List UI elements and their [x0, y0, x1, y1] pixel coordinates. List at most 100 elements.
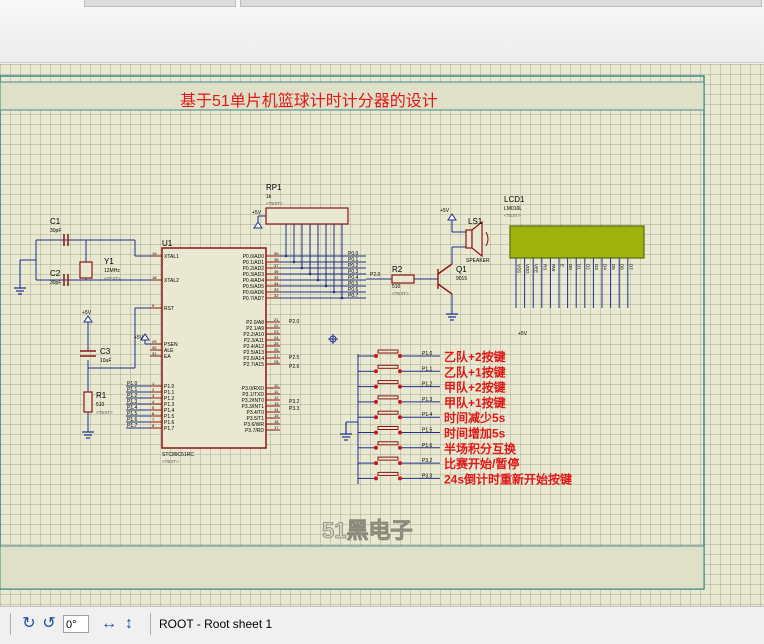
c2-ref: C2: [50, 269, 61, 278]
crystal-y1[interactable]: [79, 261, 93, 279]
net-label: P2.0: [370, 272, 381, 278]
pin-number: 30: [152, 345, 157, 350]
u1-text: <TEXT>: [162, 459, 179, 464]
sheet-path: ROOT - Root sheet 1: [159, 617, 273, 631]
toolbar-tab-strip[interactable]: [240, 0, 762, 7]
mirror-horizontal-icon[interactable]: ↔: [100, 615, 118, 633]
pin-number: 9: [152, 303, 155, 308]
junction-dot: [332, 290, 336, 294]
schematic-sheet[interactable]: 基于51单片机篮球计时计分器的设计 C1 30pF C2 30pF Y1 12M…: [0, 64, 764, 606]
lcd-pins: VSS VDD VEE RS RW E D0 D1 D2 D3 D4 D5 D6 D7: [515, 258, 633, 308]
lcd-pin-label: E: [560, 264, 565, 267]
vcc-label: +5V: [440, 208, 450, 214]
watermark: 51黑电子: [322, 518, 412, 543]
pin-number: 11: [274, 389, 279, 394]
pin-name: P2.7/A15: [243, 362, 264, 368]
junction-dot: [292, 260, 296, 264]
pin-number: 12: [274, 395, 279, 400]
pin-number: 22: [274, 323, 279, 328]
lcd-screen[interactable]: [509, 225, 645, 259]
pushbutton[interactable]: [377, 441, 399, 446]
r2-text: <TEXT>: [392, 291, 409, 296]
y1-text: <TEXT>: [104, 276, 121, 281]
net-label: P2.0: [289, 319, 300, 325]
capacitor-c3[interactable]: [80, 350, 96, 357]
resistor-pack-rp1[interactable]: [265, 207, 349, 225]
crosshair-icon: [328, 334, 338, 344]
c3-ref: C3: [100, 347, 111, 356]
pushbutton[interactable]: [377, 349, 399, 354]
pin-number: 5: [152, 405, 155, 410]
lcd-pin-label: VDD: [525, 264, 530, 274]
pin-number: 26: [274, 347, 279, 352]
lcd-pin-label: D5: [611, 264, 616, 270]
pushbutton[interactable]: [377, 364, 399, 369]
buzzer-wires: [366, 220, 466, 314]
lcd-pin-label: D0: [568, 264, 573, 270]
net-label: P1.1: [422, 366, 433, 372]
pushbutton[interactable]: [377, 471, 399, 476]
pin-name: XTAL1: [164, 254, 179, 260]
ground-symbol: [446, 313, 458, 321]
button-label: 时间增加5s: [444, 426, 506, 441]
transistor-q1[interactable]: [437, 263, 453, 295]
r2-value: 510: [392, 284, 401, 290]
button-contact: [374, 384, 378, 389]
pin-name: P0.7/AD7: [243, 296, 265, 302]
button-label: 半场积分互换: [444, 441, 517, 456]
pin-number: 38: [274, 257, 279, 262]
button-contact: [398, 430, 402, 435]
pushbutton[interactable]: [377, 380, 399, 385]
net-label: P1.6: [422, 443, 433, 449]
button-contact: [398, 445, 402, 450]
pin-number: 17: [274, 425, 279, 430]
button-contact: [374, 354, 378, 358]
pin-number: 28: [274, 359, 279, 364]
net-label: P1.0: [422, 351, 433, 357]
buttons-group: P1.0 乙队+2按键 P1.1 乙队+1按键 P1.2 甲队+2按键 P1.3 甲队+1按键…: [358, 349, 572, 486]
net-label: P2.6: [289, 364, 300, 370]
lcd-pin-label: D6: [620, 264, 625, 270]
rotate-clockwise-icon[interactable]: ↻: [20, 615, 38, 633]
resistor-r2[interactable]: [391, 274, 415, 284]
ground-symbol: [14, 287, 26, 295]
ls1-part: SPEAKER: [466, 258, 490, 264]
pin-number: 31: [152, 351, 157, 356]
pushbutton[interactable]: [377, 395, 399, 400]
pin-name: XTAL2: [164, 278, 179, 284]
rotation-input[interactable]: 0°: [63, 615, 89, 633]
lcd-pin-label: D2: [585, 264, 590, 270]
junction-dot: [308, 272, 312, 276]
net-label: P1.2: [422, 382, 433, 388]
button-contact: [398, 415, 402, 420]
pin-number: 1: [152, 381, 155, 386]
net-label: P0.7: [348, 293, 359, 299]
button-label: 甲队+1按键: [444, 395, 506, 410]
button-contact: [374, 369, 378, 374]
r1-ref: R1: [96, 391, 107, 400]
pin-number: 29: [152, 339, 157, 344]
toolbar-tab-strip[interactable]: [84, 0, 236, 7]
vcc-label: +5V: [518, 331, 528, 337]
pushbutton[interactable]: [377, 410, 399, 415]
speaker-ls1[interactable]: [465, 220, 489, 258]
junction-dot: [316, 278, 320, 282]
p0-bus-wires: P0.0P0.1P0.2P0.3P0.4P0.5P0.6P0.7: [280, 224, 366, 300]
net-label: P1.5: [422, 428, 433, 434]
pin-number: 16: [274, 419, 279, 424]
pin-number: 19: [152, 251, 157, 256]
pin-name: P3.7/RD: [245, 428, 264, 434]
resistor-r1[interactable]: [83, 391, 93, 413]
pushbutton[interactable]: [377, 456, 399, 461]
rotate-counterclockwise-icon[interactable]: ↺: [40, 615, 58, 633]
separator: [10, 613, 11, 635]
pin-number: 13: [274, 401, 279, 406]
pin-number: 33: [274, 287, 279, 292]
mirror-vertical-icon[interactable]: ↕: [120, 615, 138, 633]
net-label: P3.2: [289, 399, 300, 405]
lcd-pin-label: RS: [542, 264, 547, 270]
ls1-ref: LS1: [468, 217, 483, 226]
schematic-canvas[interactable]: 基于51单片机篮球计时计分器的设计 C1 30pF C2 30pF Y1 12M…: [0, 64, 764, 606]
rp1-ref: RP1: [266, 183, 282, 192]
pushbutton[interactable]: [377, 426, 399, 430]
